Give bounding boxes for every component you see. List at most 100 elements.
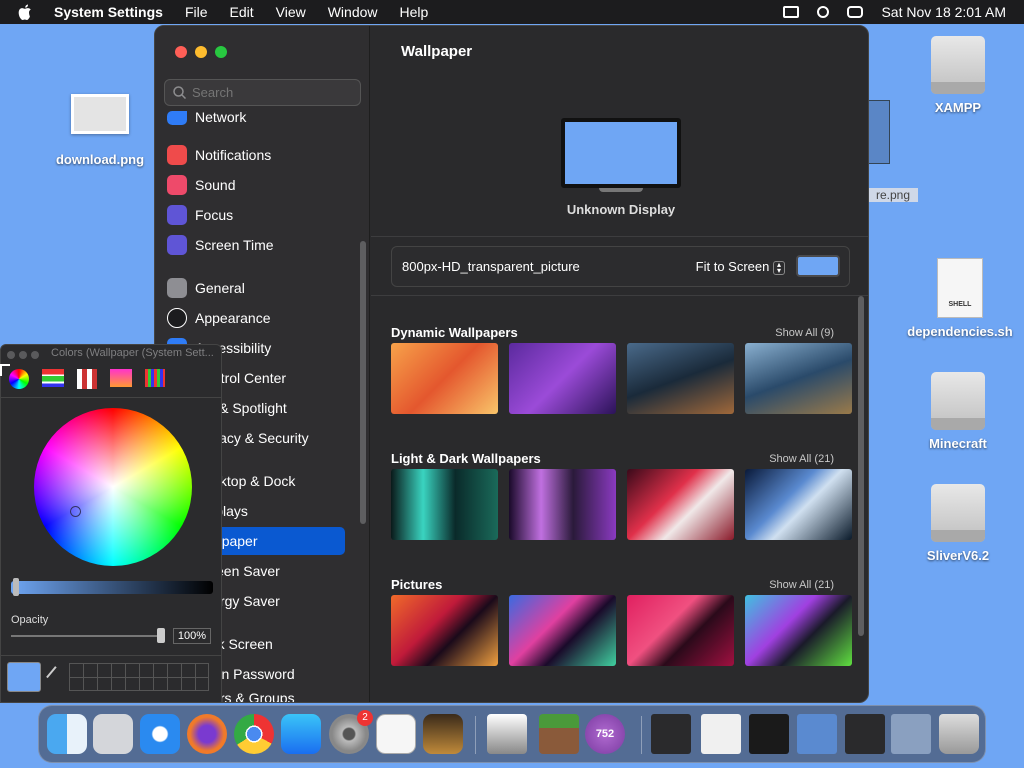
zoom-button[interactable]	[31, 351, 39, 359]
wallpaper-thumbnail[interactable]	[745, 595, 852, 666]
menu-bar: System Settings File Edit View Window He…	[0, 0, 1024, 24]
wallpaper-thumbnail[interactable]	[745, 343, 852, 414]
show-all-button[interactable]: Show All (21)	[769, 579, 834, 591]
close-button[interactable]	[7, 351, 15, 359]
window-thumbnail[interactable]	[797, 714, 837, 754]
wallpaper-thumbnail[interactable]	[745, 469, 852, 540]
divider	[371, 236, 868, 237]
pencils-icon[interactable]	[145, 369, 165, 387]
appearance-icon	[167, 308, 187, 328]
window-thumbnail[interactable]	[891, 714, 931, 754]
wallpaper-thumbnail[interactable]	[509, 343, 616, 414]
color-sliders-icon[interactable]	[42, 369, 64, 387]
desktop-drive-xampp[interactable]: XAMPP	[918, 36, 998, 115]
wallpaper-thumbnail[interactable]	[627, 343, 734, 414]
wallpaper-thumbnail[interactable]	[509, 595, 616, 666]
color-well[interactable]	[796, 255, 840, 277]
sidebar-item-appearance[interactable]: Appearance	[167, 304, 345, 332]
wallpaper-thumbnail[interactable]	[627, 595, 734, 666]
menu-file[interactable]: File	[185, 4, 208, 20]
app-menu[interactable]: System Settings	[54, 4, 163, 20]
sidebar-item-label: Screen Time	[195, 237, 274, 253]
menu-view[interactable]: View	[276, 4, 306, 20]
chrome-icon[interactable]	[234, 714, 274, 754]
trash-icon[interactable]	[939, 714, 979, 754]
finder-icon[interactable]	[47, 714, 87, 754]
desktop-drive-minecraft[interactable]: Minecraft	[918, 372, 998, 451]
opacity-slider[interactable]	[11, 635, 163, 637]
color-palettes-icon[interactable]	[77, 369, 97, 389]
textedit-icon[interactable]	[376, 714, 416, 754]
sidebar-item-label: Focus	[195, 207, 234, 223]
zoom-button[interactable]	[215, 46, 227, 58]
desktop-file-dependencies[interactable]: SHELL dependencies.sh	[902, 258, 1018, 339]
eyedropper-icon[interactable]	[46, 666, 66, 686]
sidebar-item-label: Sound	[195, 177, 236, 193]
screen-mirroring-icon[interactable]	[783, 6, 800, 18]
desktop-file-download[interactable]: download.png	[55, 94, 145, 167]
fit-to-screen-select[interactable]: Fit to Screen ▴ ▾	[696, 259, 785, 275]
safari-icon[interactable]	[140, 714, 180, 754]
spotlight-icon[interactable]	[817, 6, 830, 18]
garageband-icon[interactable]	[423, 714, 463, 754]
sidebar-item-general[interactable]: General	[167, 274, 345, 302]
opacity-label: Opacity	[11, 614, 49, 626]
window-thumbnail[interactable]	[749, 714, 789, 754]
opacity-knob[interactable]	[157, 628, 165, 643]
firefox-icon[interactable]	[187, 714, 227, 754]
main-scrollbar[interactable]	[858, 296, 864, 636]
sidebar-item-focus[interactable]: Focus	[167, 201, 345, 229]
wallpaper-thumbnail[interactable]	[509, 469, 616, 540]
show-all-button[interactable]: Show All (9)	[775, 327, 834, 339]
search-field[interactable]	[164, 79, 361, 106]
window-thumbnail[interactable]	[701, 714, 741, 754]
menu-window[interactable]: Window	[328, 4, 378, 20]
launchpad-icon[interactable]	[93, 714, 133, 754]
display-preview	[561, 118, 681, 188]
light-dark-wallpapers-section: Light & Dark Wallpapers Show All (21)	[391, 451, 852, 540]
chess-icon[interactable]	[487, 714, 527, 754]
desktop-file-partial[interactable]: re.png	[868, 100, 918, 202]
desktop-drive-sliver[interactable]: SliverV6.2	[918, 484, 998, 563]
menu-edit[interactable]: Edit	[230, 4, 254, 20]
sidebar-item-screen-time[interactable]: Screen Time	[167, 231, 345, 259]
desktop-label: SliverV6.2	[926, 548, 990, 563]
wallpaper-thumbnail[interactable]	[391, 343, 498, 414]
app-752-icon[interactable]: 752	[585, 714, 625, 754]
show-all-button[interactable]: Show All (21)	[769, 453, 834, 465]
system-settings-icon[interactable]: 2	[329, 710, 373, 754]
close-button[interactable]	[175, 46, 187, 58]
app-store-icon[interactable]	[281, 714, 321, 754]
opacity-field[interactable]: 100%	[173, 628, 211, 644]
search-input[interactable]	[192, 85, 352, 100]
sidebar-item-notifications[interactable]: Notifications	[167, 141, 345, 169]
wallpaper-thumbnail[interactable]	[627, 469, 734, 540]
wallpaper-thumbnail[interactable]	[391, 469, 498, 540]
apple-icon[interactable]	[18, 4, 34, 20]
color-picker-cursor[interactable]	[70, 506, 81, 517]
sidebar-item-network[interactable]: Network	[167, 111, 345, 125]
search-icon	[173, 86, 186, 99]
color-swatch-grid[interactable]	[69, 663, 209, 691]
clock[interactable]: Sat Nov 18 2:01 AM	[881, 4, 1006, 20]
image-palettes-icon[interactable]	[110, 369, 132, 387]
color-wheel[interactable]	[34, 408, 192, 566]
minimize-button[interactable]	[19, 351, 27, 359]
sidebar-item-sound[interactable]: Sound	[167, 171, 345, 199]
thumbnail-row	[391, 595, 852, 666]
wallpaper-thumbnail[interactable]	[391, 595, 498, 666]
window-thumbnail[interactable]	[651, 714, 691, 754]
menu-help[interactable]: Help	[400, 4, 429, 20]
window-thumbnail[interactable]	[845, 714, 885, 754]
wallpaper-picker-row: 800px-HD_transparent_picture Fit to Scre…	[391, 246, 850, 287]
sidebar-scrollbar[interactable]	[360, 241, 366, 524]
minecraft-icon[interactable]	[539, 714, 579, 754]
desktop-label: dependencies.sh	[907, 324, 1013, 339]
color-wheel-icon[interactable]	[9, 369, 29, 389]
desktop-label: Minecraft	[929, 436, 987, 451]
brightness-knob[interactable]	[13, 578, 19, 596]
current-color-well[interactable]	[7, 662, 41, 692]
minimize-button[interactable]	[195, 46, 207, 58]
brightness-slider[interactable]	[11, 581, 213, 594]
control-center-icon[interactable]	[847, 6, 864, 18]
